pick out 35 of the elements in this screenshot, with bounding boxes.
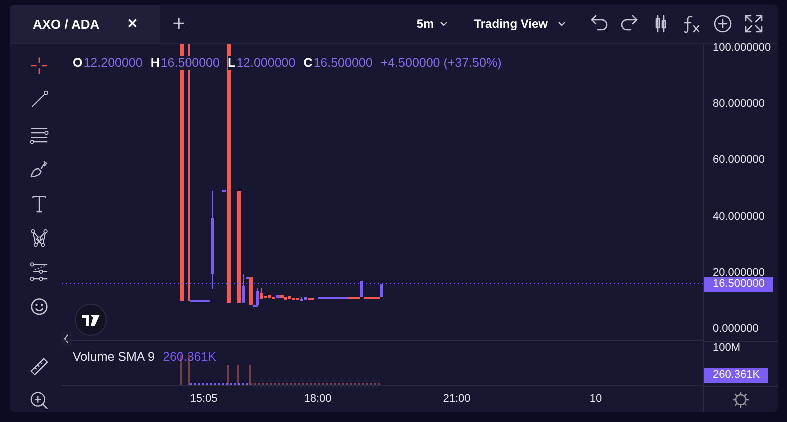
last-volume-badge: 260.361K — [704, 368, 768, 383]
price-change: +4.500000 (+37.50%) — [380, 56, 502, 70]
price-axis-label: 40.000000 — [713, 210, 765, 223]
price-axis-label: 100.000000 — [713, 42, 772, 54]
ohlc-value: H16.500000 — [150, 56, 220, 70]
ohlc-value: L12.000000 — [228, 56, 296, 70]
caret-icon — [440, 21, 448, 27]
collapse-handle-icon[interactable] — [62, 332, 72, 346]
chart-type-dropdown[interactable]: Trading View — [474, 17, 566, 31]
logo-icon[interactable] — [75, 304, 107, 336]
time-axis-label: 21:00 — [443, 393, 471, 405]
interval-dropdown[interactable]: 5m — [416, 17, 448, 31]
settings-icon[interactable] — [732, 391, 750, 409]
levels-icon[interactable] — [28, 262, 50, 282]
ruler-icon[interactable] — [28, 356, 50, 377]
volume-axis-label: 100M — [713, 342, 741, 354]
price-axis-label: 20.000000 — [713, 266, 765, 279]
price-axis-label: 60.000000 — [713, 154, 765, 166]
time-axis-label: 18:00 — [304, 393, 332, 405]
last-price-badge: 16.500000 — [704, 277, 773, 292]
price-axis-label: 0.000000 — [713, 323, 759, 335]
ohlc-value: O12.200000 — [73, 56, 143, 70]
pair-tab[interactable]: AXO / ADA × — [10, 5, 160, 43]
time-axis-label: 15:05 — [190, 393, 218, 405]
tab-label: AXO / ADA — [33, 16, 100, 32]
fullscreen-icon[interactable] — [743, 13, 765, 35]
add-tab-button[interactable]: + — [172, 11, 186, 37]
ohlc-value: C16.500000 — [304, 56, 373, 70]
volume-indicator-label: Volume SMA 9 — [73, 350, 155, 364]
add-circle-icon[interactable] — [712, 13, 734, 35]
price-axis-label: 80.000000 — [713, 98, 765, 110]
volume-indicator-value: 260.361K — [163, 350, 217, 364]
caret-icon — [558, 21, 566, 27]
time-axis-label: 10 — [590, 393, 602, 405]
close-tab-button[interactable]: × — [128, 14, 138, 34]
